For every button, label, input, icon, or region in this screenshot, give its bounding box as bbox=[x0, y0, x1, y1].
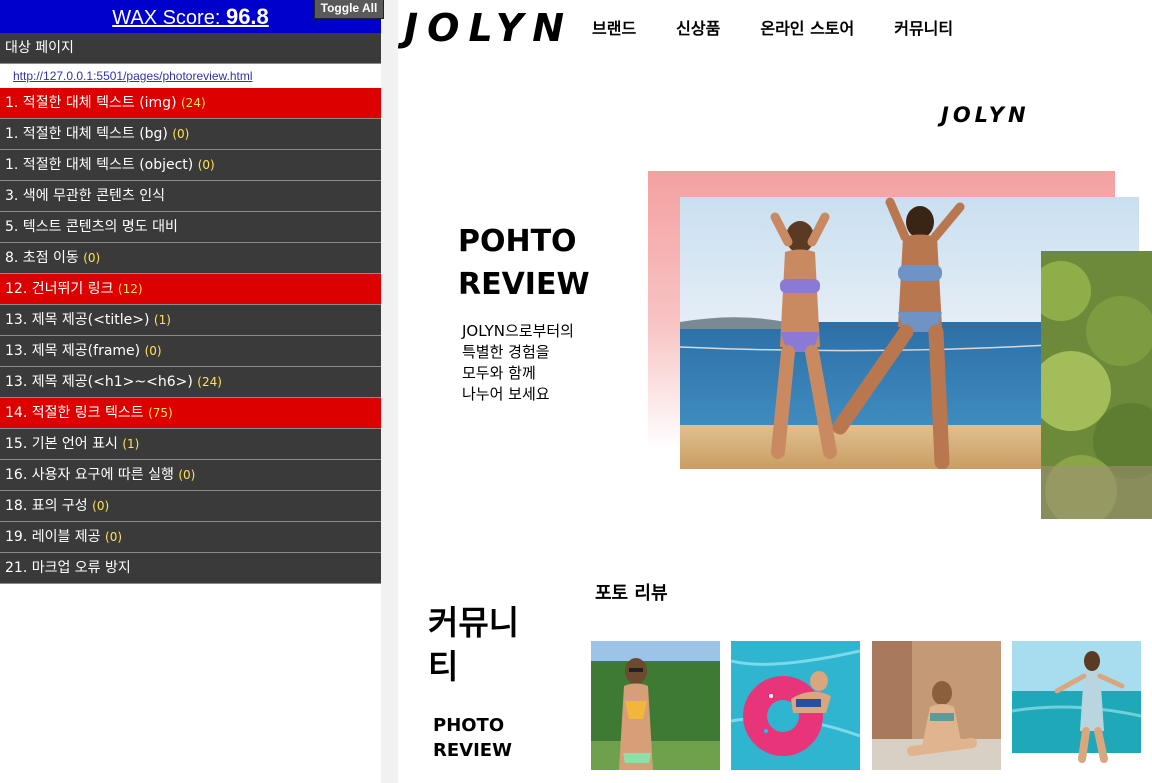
wax-check-count: (1) bbox=[153, 313, 171, 327]
wax-check-item[interactable]: 15. 기본 언어 표시 (1) bbox=[0, 429, 381, 460]
wax-check-item[interactable]: 13. 제목 제공(<title>) (1) bbox=[0, 305, 381, 336]
wax-check-label: 15. 기본 언어 표시 bbox=[5, 436, 118, 452]
wax-check-label: 1. 적절한 대체 텍스트 (object) bbox=[5, 157, 194, 173]
page-content: JOLYN 브랜드 신상품 온라인 스토어 커뮤니티 JOLYN POHTO R… bbox=[398, 0, 1152, 783]
photo-review-link[interactable]: PHOTO REVIEW bbox=[433, 713, 512, 763]
wax-check-item[interactable]: 18. 표의 구성 (0) bbox=[0, 491, 381, 522]
target-url-link[interactable]: http://127.0.0.1:5501/pages/photoreview.… bbox=[0, 64, 381, 88]
hero-photo-greenery bbox=[1041, 251, 1152, 519]
wax-score-value: 96.8 bbox=[225, 4, 269, 29]
site-logo[interactable]: JOLYN bbox=[404, 8, 573, 48]
wax-check-count: (0) bbox=[178, 468, 196, 482]
main-nav: 브랜드 신상품 온라인 스토어 커뮤니티 bbox=[592, 17, 993, 41]
wax-check-count: (0) bbox=[197, 158, 215, 172]
wax-check-label: 19. 레이블 제공 bbox=[5, 529, 101, 545]
wax-check-count: (24) bbox=[197, 375, 222, 389]
toggle-all-button[interactable]: Toggle All bbox=[314, 0, 384, 19]
wax-check-label: 13. 제목 제공(<title>) bbox=[5, 312, 150, 328]
wax-check-count: (1) bbox=[122, 437, 140, 451]
review-thumbnail-seated[interactable] bbox=[872, 641, 1001, 770]
nav-item-online-store[interactable]: 온라인 스토어 bbox=[760, 17, 854, 41]
target-page-heading: 대상 페이지 bbox=[0, 33, 381, 64]
nav-item-brand[interactable]: 브랜드 bbox=[592, 17, 636, 41]
wax-check-item[interactable]: 8. 초점 이동 (0) bbox=[0, 243, 381, 274]
wax-check-item[interactable]: 12. 건너뛰기 링크 (12) bbox=[0, 274, 381, 305]
review-thumbnail-surf-sea[interactable] bbox=[1012, 641, 1141, 770]
wax-check-item[interactable]: 1. 적절한 대체 텍스트 (object) (0) bbox=[0, 150, 381, 181]
wax-check-count: (0) bbox=[144, 344, 162, 358]
wax-check-label: 5. 텍스트 콘텐츠의 명도 대비 bbox=[5, 219, 178, 235]
wax-check-count: (75) bbox=[148, 406, 173, 420]
hero-title: POHTO REVIEW bbox=[458, 220, 590, 306]
wax-check-item[interactable]: 13. 제목 제공(frame) (0) bbox=[0, 336, 381, 367]
photo-review-link-line: REVIEW bbox=[433, 740, 512, 761]
wax-check-label: 21. 마크업 오류 방지 bbox=[5, 560, 131, 576]
hero-desc-line: JOLYN으로부터의 bbox=[462, 322, 574, 340]
wax-score-link[interactable]: WAX Score: 96.8 bbox=[112, 4, 269, 31]
wax-check-label: 3. 색에 무관한 콘텐츠 인식 bbox=[5, 188, 165, 204]
wax-check-count: (0) bbox=[105, 530, 123, 544]
wax-check-item[interactable]: 14. 적절한 링크 텍스트 (75) bbox=[0, 398, 381, 429]
wax-check-label: 8. 초점 이동 bbox=[5, 250, 79, 266]
wax-check-label: 12. 건너뛰기 링크 bbox=[5, 281, 114, 297]
nav-item-new-products[interactable]: 신상품 bbox=[676, 17, 720, 41]
hero-desc-line: 특별한 경험을 bbox=[462, 343, 550, 361]
wax-check-count: (0) bbox=[172, 127, 190, 141]
hero-title-line: POHTO bbox=[458, 224, 577, 259]
community-title-line: 커뮤니 bbox=[428, 603, 520, 642]
nav-item-community[interactable]: 커뮤니티 bbox=[894, 17, 953, 41]
wax-check-label: 16. 사용자 요구에 따른 실행 bbox=[5, 467, 174, 483]
wax-check-label: 1. 적절한 대체 텍스트 (bg) bbox=[5, 126, 168, 142]
wax-check-label: 14. 적절한 링크 텍스트 bbox=[5, 405, 144, 421]
community-title-line: 티 bbox=[428, 647, 459, 686]
wax-check-count: (12) bbox=[117, 282, 143, 296]
wax-check-label: 18. 표의 구성 bbox=[5, 498, 88, 514]
wax-check-label: 13. 제목 제공(frame) bbox=[5, 343, 141, 359]
hero-desc-line: 모두와 함께 bbox=[462, 364, 536, 382]
wax-check-item[interactable]: 5. 텍스트 콘텐츠의 명도 대비 bbox=[0, 212, 381, 243]
wax-panel: WAX Score: 96.8 Toggle All 대상 페이지 http:/… bbox=[0, 0, 384, 783]
wax-check-count: (24) bbox=[181, 96, 206, 110]
hero-description: JOLYN으로부터의 특별한 경험을 모두와 함께 나누어 보세요 bbox=[462, 321, 574, 405]
wax-score-label: WAX Score: bbox=[112, 7, 226, 29]
wax-check-item[interactable]: 13. 제목 제공(<h1>~<h6>) (24) bbox=[0, 367, 381, 398]
photo-review-heading: 포토 리뷰 bbox=[595, 583, 668, 604]
wax-check-item[interactable]: 3. 색에 무관한 콘텐츠 인식 bbox=[0, 181, 381, 212]
hero-brand-logo: JOLYN bbox=[941, 103, 1030, 127]
wax-check-list: 1. 적절한 대체 텍스트 (img) (24) 1. 적절한 대체 텍스트 (b… bbox=[0, 88, 381, 584]
wax-check-label: 1. 적절한 대체 텍스트 (img) bbox=[5, 95, 177, 111]
wax-check-item[interactable]: 19. 레이블 제공 (0) bbox=[0, 522, 381, 553]
wax-check-item[interactable]: 1. 적절한 대체 텍스트 (img) (24) bbox=[0, 88, 381, 119]
wax-check-label: 13. 제목 제공(<h1>~<h6>) bbox=[5, 374, 193, 390]
wax-check-item[interactable]: 16. 사용자 요구에 따른 실행 (0) bbox=[0, 460, 381, 491]
wax-check-item[interactable]: 1. 적절한 대체 텍스트 (bg) (0) bbox=[0, 119, 381, 150]
photo-review-link-line: PHOTO bbox=[433, 715, 505, 736]
hero-title-line: REVIEW bbox=[458, 267, 590, 302]
review-thumbnail-donut-float[interactable] bbox=[731, 641, 860, 770]
community-title: 커뮤니 티 bbox=[428, 601, 558, 689]
wax-check-item[interactable]: 21. 마크업 오류 방지 bbox=[0, 553, 381, 584]
review-thumbnail-sunglasses[interactable] bbox=[591, 641, 720, 770]
wax-check-count: (0) bbox=[83, 251, 101, 265]
wax-check-count: (0) bbox=[92, 499, 110, 513]
hero-desc-line: 나누어 보세요 bbox=[462, 385, 550, 403]
panel-divider bbox=[381, 0, 398, 783]
